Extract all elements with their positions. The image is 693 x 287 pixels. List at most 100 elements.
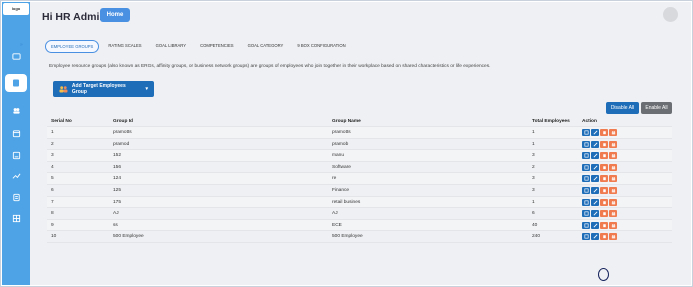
- cell-group-name: re: [332, 176, 337, 182]
- view-icon[interactable]: [582, 129, 590, 136]
- view-icon[interactable]: [582, 140, 590, 148]
- page-title: Hi HR Admin: [42, 11, 106, 23]
- edit-icon[interactable]: [591, 163, 599, 171]
- cell-serial-no: 7: [51, 199, 54, 205]
- add-target-employees-group-button[interactable]: Add Target Employees Group ▾: [53, 81, 154, 97]
- table-row: 5 124 re 3: [47, 173, 672, 185]
- cell-group-name: pramotts: [332, 130, 351, 135]
- cell-actions: [582, 220, 617, 231]
- delete-icon[interactable]: [600, 140, 608, 148]
- sidebar-item-settings[interactable]: [5, 74, 27, 92]
- cell-group-name: AJ: [332, 211, 338, 217]
- assign-users-icon[interactable]: [609, 129, 617, 136]
- cell-serial-no: 1: [51, 130, 54, 135]
- cell-group-name: retail busines: [332, 199, 361, 205]
- cell-group-id: 175: [113, 199, 122, 205]
- delete-icon[interactable]: [600, 175, 608, 183]
- dashboard-icon[interactable]: [9, 50, 23, 62]
- edit-icon[interactable]: [591, 198, 599, 206]
- cell-group-id: ss: [113, 222, 118, 228]
- cell-total-employees: 6: [532, 211, 535, 217]
- delete-icon[interactable]: [600, 163, 608, 171]
- tab-rating-scales[interactable]: RATING SCALES: [103, 40, 146, 53]
- reports-icon[interactable]: [9, 149, 23, 161]
- assign-users-icon[interactable]: [609, 163, 617, 171]
- cell-actions: [582, 208, 617, 219]
- assign-users-icon[interactable]: [609, 186, 617, 194]
- view-icon[interactable]: [582, 186, 590, 194]
- cell-serial-no: 9: [51, 222, 54, 228]
- edit-icon[interactable]: [591, 186, 599, 194]
- assign-users-icon[interactable]: [609, 210, 617, 218]
- tab-9-box-configuration[interactable]: 9 BOX CONFIGURATION: [292, 40, 350, 53]
- table-row: 9 ss ECE 40: [47, 219, 672, 232]
- edit-icon[interactable]: [591, 152, 599, 160]
- left-sidebar: logo: [2, 2, 30, 285]
- cell-total-employees: 3: [532, 176, 535, 182]
- analytics-icon[interactable]: [9, 170, 23, 182]
- assign-users-icon[interactable]: [609, 233, 617, 241]
- header-total-employees: Total Employees: [532, 119, 570, 124]
- employee-groups-table: Serial No Group Id Group Name Total Empl…: [47, 116, 672, 243]
- tab-goal-library[interactable]: GOAL LIBRARY: [151, 40, 192, 53]
- cell-actions: [582, 173, 617, 184]
- table-row: 1 pramotts pramotts 1: [47, 127, 672, 139]
- documents-icon[interactable]: [9, 191, 23, 203]
- assign-users-icon[interactable]: [609, 221, 617, 229]
- assign-users-icon[interactable]: [609, 198, 617, 206]
- assign-users-icon[interactable]: [609, 140, 617, 148]
- edit-icon[interactable]: [591, 140, 599, 148]
- cell-group-id: 156: [113, 164, 122, 170]
- cell-actions: [582, 162, 617, 173]
- cell-actions: [582, 185, 617, 196]
- table-row: 6 125 Finance 3: [47, 185, 672, 197]
- brand-logo: logo: [3, 3, 29, 15]
- cell-group-id: AJ: [113, 211, 119, 217]
- users-icon[interactable]: [9, 104, 23, 116]
- tab-employee-groups[interactable]: EMPLOYEE GROUPS: [45, 40, 100, 53]
- view-icon[interactable]: [582, 175, 590, 183]
- collapse-sidebar-toggle[interactable]: »: [20, 42, 23, 48]
- edit-icon[interactable]: [591, 175, 599, 183]
- delete-icon[interactable]: [600, 198, 608, 206]
- calendar-icon[interactable]: [9, 127, 23, 139]
- delete-icon[interactable]: [600, 186, 608, 194]
- view-icon[interactable]: [582, 163, 590, 171]
- view-icon[interactable]: [582, 198, 590, 206]
- header-group-name: Group Name: [332, 119, 361, 124]
- cell-serial-no: 10: [51, 234, 57, 240]
- delete-icon[interactable]: [600, 152, 608, 160]
- disable-all-button[interactable]: Disable All: [606, 102, 639, 114]
- tab-competencies[interactable]: COMPETENCIES: [195, 40, 239, 53]
- grid-icon[interactable]: [9, 212, 23, 224]
- delete-icon[interactable]: [600, 210, 608, 218]
- cell-group-id: 152: [113, 153, 122, 159]
- add-group-label: Add Target Employees Group: [71, 83, 126, 95]
- edit-icon[interactable]: [591, 233, 599, 241]
- tab-goal-category[interactable]: GOAL CATEGORY: [243, 40, 289, 53]
- cell-group-id: 125: [113, 187, 122, 193]
- assign-users-icon[interactable]: [609, 152, 617, 160]
- view-icon[interactable]: [582, 233, 590, 241]
- cell-actions: [582, 231, 617, 242]
- cell-total-employees: 40: [532, 222, 538, 228]
- edit-icon[interactable]: [591, 210, 599, 218]
- delete-icon[interactable]: [600, 233, 608, 241]
- edit-icon[interactable]: [591, 129, 599, 136]
- home-button[interactable]: Home: [100, 8, 130, 22]
- view-icon[interactable]: [582, 152, 590, 160]
- highlight-ring: [598, 268, 609, 281]
- cell-total-employees: 1: [532, 130, 535, 135]
- delete-icon[interactable]: [600, 129, 608, 136]
- table-row: 4 156 Software 2: [47, 162, 672, 174]
- assign-users-icon[interactable]: [609, 175, 617, 183]
- view-icon[interactable]: [582, 210, 590, 218]
- view-icon[interactable]: [582, 221, 590, 229]
- cell-total-employees: 1: [532, 141, 535, 147]
- delete-icon[interactable]: [600, 221, 608, 229]
- cell-total-employees: 2: [532, 164, 535, 170]
- edit-icon[interactable]: [591, 221, 599, 229]
- cell-group-id: pramotts: [113, 130, 132, 135]
- avatar[interactable]: [663, 7, 678, 22]
- enable-all-button[interactable]: Enable All: [641, 102, 672, 114]
